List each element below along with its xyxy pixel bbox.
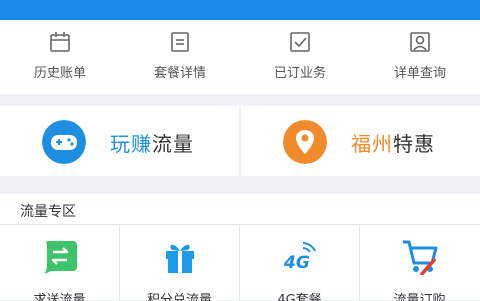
exchange-icon <box>45 241 77 274</box>
history-bill-label: 历史账单 <box>33 66 86 81</box>
4g-plan-label: 4G套餐 <box>277 293 322 301</box>
data-order-label: 流量订购 <box>393 293 446 301</box>
gift-icon <box>166 244 194 273</box>
subscribed-services-label: 已订业务 <box>273 66 326 81</box>
fuzhou-special-title: 福州特惠 <box>351 132 435 156</box>
data-zone: 流量专区 求送流量 积分兑流量 4G 4G套餐 流量订购 <box>0 194 480 301</box>
history-bill-button[interactable]: 历史账单 <box>0 20 120 94</box>
promo-row: 玩赚流量 福州特惠 <box>0 106 480 176</box>
gamepad-icon <box>42 120 86 164</box>
cart-icon <box>403 240 438 275</box>
quick-actions: 历史账单 套餐详情 已订业务 详单查询 <box>0 20 480 94</box>
location-pin-icon <box>283 120 327 164</box>
plan-details-button[interactable]: 套餐详情 <box>120 20 240 94</box>
request-data-tile[interactable]: 求送流量 <box>0 225 120 301</box>
detail-query-button[interactable]: 详单查询 <box>360 20 480 94</box>
checkbox-icon <box>290 32 310 52</box>
plan-details-label: 套餐详情 <box>153 66 206 81</box>
fuzhou-special-card[interactable]: 福州特惠 <box>241 106 480 176</box>
points-exchange-label: 积分兑流量 <box>146 293 212 301</box>
zone-tiles: 求送流量 积分兑流量 4G 4G套餐 流量订购 <box>0 224 480 301</box>
play-earn-data-card[interactable]: 玩赚流量 <box>0 106 239 176</box>
svg-text:4G: 4G <box>283 253 310 273</box>
request-data-label: 求送流量 <box>33 293 86 301</box>
subscribed-services-button[interactable]: 已订业务 <box>240 20 360 94</box>
calendar-icon <box>50 32 70 52</box>
user-profile-icon <box>410 32 430 52</box>
header-bar <box>0 0 480 20</box>
4g-plan-tile[interactable]: 4G 4G套餐 <box>240 225 360 301</box>
document-icon <box>171 32 189 52</box>
detail-query-label: 详单查询 <box>393 66 446 81</box>
play-earn-data-title: 玩赚流量 <box>110 132 194 156</box>
points-exchange-tile[interactable]: 积分兑流量 <box>120 225 240 301</box>
data-order-tile[interactable]: 流量订购 <box>360 225 479 301</box>
4g-signal-icon: 4G <box>283 242 316 273</box>
zone-title: 流量专区 <box>20 204 76 220</box>
